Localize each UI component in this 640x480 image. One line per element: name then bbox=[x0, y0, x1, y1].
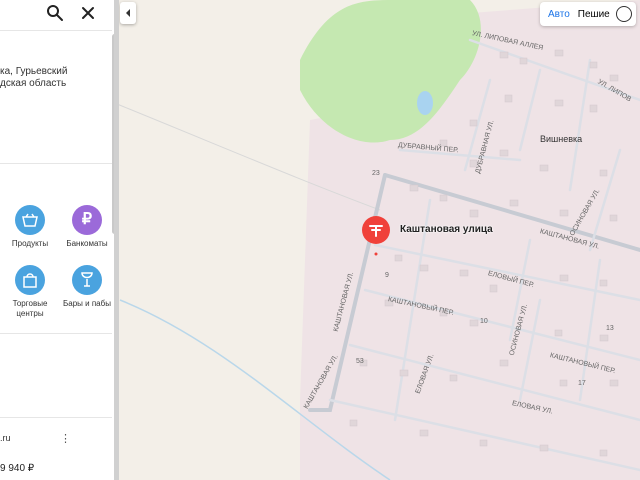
sidebar: ка, Гурьевский дская область Продукты ₽ … bbox=[0, 0, 117, 480]
ad-title[interactable]: .ru bbox=[0, 433, 11, 443]
mode-walk-button[interactable]: Пешие bbox=[574, 9, 614, 20]
ruble-icon: ₽ bbox=[72, 205, 102, 235]
collapse-sidebar-button[interactable] bbox=[120, 2, 136, 24]
chevron-left-icon bbox=[126, 9, 130, 17]
search-bar[interactable] bbox=[0, 0, 110, 26]
category-malls[interactable]: Торговые центры bbox=[5, 265, 55, 319]
category-products[interactable]: Продукты bbox=[5, 205, 55, 249]
house-number: 17 bbox=[578, 380, 586, 387]
address-line: ка, Гурьевский bbox=[0, 66, 68, 77]
category-label: Бары и пабы bbox=[63, 299, 111, 308]
place-label: Вишневка bbox=[540, 134, 583, 144]
category-atms[interactable]: ₽ Банкоматы bbox=[62, 205, 112, 249]
pin-label[interactable]: Каштановая улица bbox=[400, 224, 493, 235]
address-text: ка, Гурьевский дская область bbox=[0, 66, 110, 90]
basket-icon bbox=[15, 205, 45, 235]
category-label: Банкоматы bbox=[66, 239, 108, 248]
more-modes-icon[interactable] bbox=[615, 6, 632, 22]
search-icon[interactable] bbox=[45, 3, 65, 23]
shopping-bag-icon bbox=[15, 265, 45, 295]
house-number: 23 bbox=[372, 170, 380, 177]
ad-price: 9 940 ₽ bbox=[0, 463, 35, 474]
category-bars[interactable]: Бары и пабы bbox=[62, 265, 112, 309]
more-vertical-icon[interactable]: ⋮ bbox=[60, 432, 71, 445]
address-line: дская область bbox=[0, 78, 67, 89]
house-number: 9 bbox=[385, 272, 389, 279]
category-label: Продукты bbox=[11, 239, 49, 248]
mode-car-button[interactable]: Авто bbox=[544, 9, 574, 20]
house-number: 53 bbox=[356, 358, 364, 365]
route-mode-switch: Авто Пешие bbox=[540, 2, 636, 26]
close-icon[interactable] bbox=[78, 3, 98, 23]
sidebar-divider bbox=[114, 0, 119, 480]
wine-glass-icon bbox=[72, 265, 102, 295]
house-number: 10 bbox=[480, 318, 488, 325]
house-number: 13 bbox=[606, 325, 614, 332]
category-label: Торговые центры bbox=[12, 299, 48, 318]
pond bbox=[417, 91, 433, 115]
